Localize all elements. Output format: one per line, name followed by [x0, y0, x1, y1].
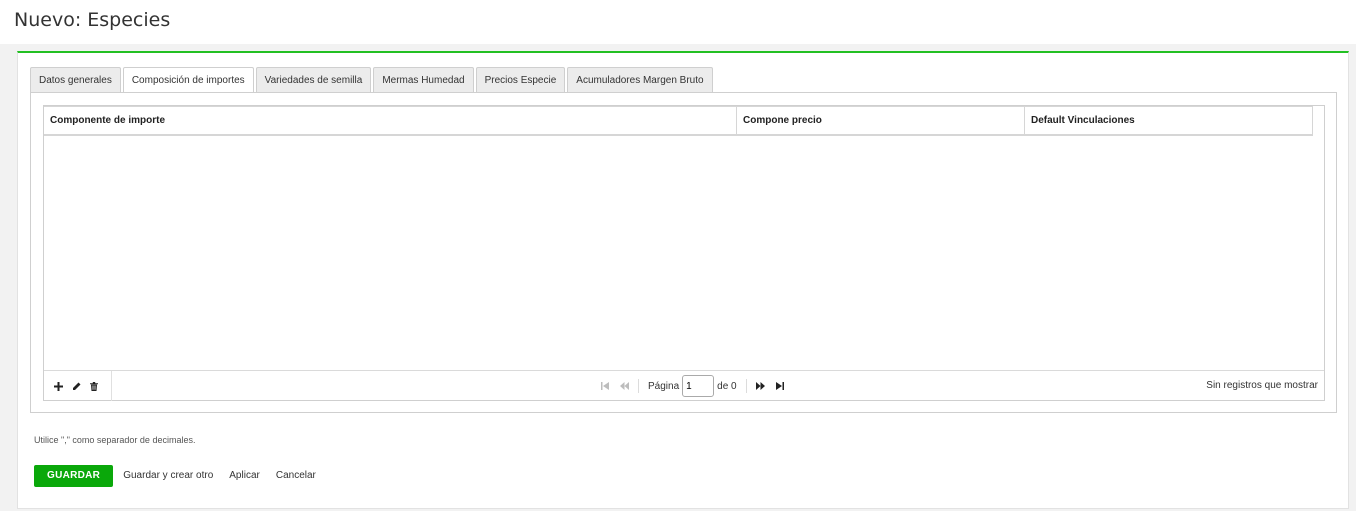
- grid-body: [44, 136, 1324, 370]
- pager-separator: [745, 379, 747, 393]
- page-title: Nuevo: Especies: [14, 9, 171, 31]
- grid-pager: Página de 0 Sin registros que mostrar: [44, 370, 1324, 401]
- first-page-icon[interactable]: [600, 381, 610, 391]
- page-number-input[interactable]: [682, 375, 715, 397]
- tab-datos-generales[interactable]: Datos generales: [30, 67, 121, 93]
- tab-acumuladores-margen-bruto[interactable]: Acumuladores Margen Bruto: [567, 67, 713, 93]
- form-actions: GUARDAR Guardar y crear otro Aplicar Can…: [34, 464, 322, 487]
- grid-header: Componente de importe Compone precio Def…: [44, 106, 1313, 136]
- page-count-label: de 0: [717, 380, 737, 392]
- last-page-icon[interactable]: [775, 381, 785, 391]
- tab-composicion-importes[interactable]: Composición de importes: [122, 67, 254, 94]
- page-header: Nuevo: Especies: [0, 0, 1356, 44]
- pager-separator: [638, 379, 639, 393]
- tab-variedades-semilla[interactable]: Variedades de semilla: [255, 67, 372, 93]
- records-status: Sin registros que mostrar: [1206, 380, 1318, 391]
- column-header-componente[interactable]: Componente de importe: [44, 107, 737, 135]
- tab-precios-especie[interactable]: Precios Especie: [475, 67, 566, 93]
- trash-icon[interactable]: [89, 380, 99, 392]
- save-and-new-button[interactable]: Guardar y crear otro: [123, 470, 213, 481]
- grid-toolbar: [53, 371, 112, 401]
- decimal-separator-hint: Utilice "," como separador de decimales.: [34, 435, 196, 445]
- tab-mermas-humedad[interactable]: Mermas Humedad: [373, 67, 474, 93]
- cancel-button[interactable]: Cancelar: [276, 470, 316, 481]
- column-header-compone-precio[interactable]: Compone precio: [737, 107, 1025, 135]
- apply-button[interactable]: Aplicar: [229, 470, 260, 481]
- pagination: Página de 0: [600, 371, 794, 401]
- page-label: Página: [648, 380, 680, 392]
- plus-icon[interactable]: [53, 380, 63, 392]
- data-grid: Componente de importe Compone precio Def…: [43, 105, 1325, 401]
- save-button[interactable]: GUARDAR: [34, 464, 114, 487]
- form-card: Datos generales Composición de importes …: [17, 51, 1349, 509]
- column-header-default-vinculaciones[interactable]: Default Vinculaciones: [1025, 107, 1313, 135]
- previous-page-icon[interactable]: [619, 381, 629, 391]
- tab-panel: Componente de importe Compone precio Def…: [30, 92, 1337, 413]
- pencil-icon[interactable]: [71, 380, 81, 392]
- tab-bar: Datos generales Composición de importes …: [30, 67, 713, 94]
- next-page-icon[interactable]: [756, 381, 766, 391]
